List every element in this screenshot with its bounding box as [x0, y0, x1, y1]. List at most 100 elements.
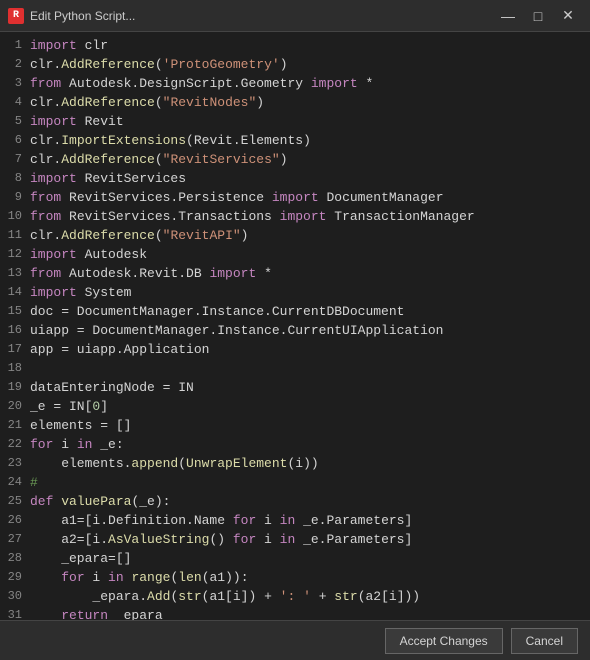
line-number: 16: [0, 321, 30, 340]
line-code: uiapp = DocumentManager.Instance.Current…: [30, 321, 443, 340]
line-code: clr.AddReference("RevitNodes"): [30, 93, 264, 112]
line-code: elements.append(UnwrapElement(i)): [30, 454, 319, 473]
line-code: #: [30, 473, 38, 492]
line-number: 23: [0, 454, 30, 473]
line-number: 5: [0, 112, 30, 131]
line-number: 19: [0, 378, 30, 397]
code-line: 6clr.ImportExtensions(Revit.Elements): [0, 131, 590, 150]
line-code: from RevitServices.Transactions import T…: [30, 207, 475, 226]
line-number: 31: [0, 606, 30, 620]
line-number: 1: [0, 36, 30, 55]
title-bar: R Edit Python Script... — □ ✕: [0, 0, 590, 32]
line-code: clr.ImportExtensions(Revit.Elements): [30, 131, 311, 150]
accept-changes-button[interactable]: Accept Changes: [385, 628, 503, 654]
line-number: 6: [0, 131, 30, 150]
code-line: 14import System: [0, 283, 590, 302]
line-code: _epara.Add(str(a1[i]) + ': ' + str(a2[i]…: [30, 587, 420, 606]
code-editor[interactable]: 1import clr2clr.AddReference('ProtoGeome…: [0, 32, 590, 620]
line-number: 14: [0, 283, 30, 302]
line-number: 9: [0, 188, 30, 207]
line-number: 10: [0, 207, 30, 226]
line-code: import clr: [30, 36, 108, 55]
window-title: Edit Python Script...: [30, 9, 135, 23]
line-number: 4: [0, 93, 30, 112]
code-line: 30 _epara.Add(str(a1[i]) + ': ' + str(a2…: [0, 587, 590, 606]
line-code: import RevitServices: [30, 169, 186, 188]
line-code: import Autodesk: [30, 245, 147, 264]
code-line: 20_e = IN[0]: [0, 397, 590, 416]
code-line: 22for i in _e:: [0, 435, 590, 454]
code-line: 16uiapp = DocumentManager.Instance.Curre…: [0, 321, 590, 340]
code-line: 17app = uiapp.Application: [0, 340, 590, 359]
line-number: 27: [0, 530, 30, 549]
code-line: 7clr.AddReference("RevitServices"): [0, 150, 590, 169]
line-code: app = uiapp.Application: [30, 340, 209, 359]
code-line: 27 a2=[i.AsValueString() for i in _e.Par…: [0, 530, 590, 549]
code-line: 1import clr: [0, 36, 590, 55]
line-number: 21: [0, 416, 30, 435]
line-code: import System: [30, 283, 131, 302]
line-number: 25: [0, 492, 30, 511]
line-number: 3: [0, 74, 30, 93]
close-button[interactable]: ✕: [554, 4, 582, 28]
code-line: 13from Autodesk.Revit.DB import *: [0, 264, 590, 283]
code-line: 31 return _epara: [0, 606, 590, 620]
minimize-button[interactable]: —: [494, 4, 522, 28]
line-code: _e = IN[0]: [30, 397, 108, 416]
code-line: 21elements = []: [0, 416, 590, 435]
code-line: 24#: [0, 473, 590, 492]
line-code: a1=[i.Definition.Name for i in _e.Parame…: [30, 511, 412, 530]
line-code: elements = []: [30, 416, 131, 435]
window-controls: — □ ✕: [494, 4, 582, 28]
code-line: 3from Autodesk.DesignScript.Geometry imp…: [0, 74, 590, 93]
line-code: for i in range(len(a1)):: [30, 568, 249, 587]
bottom-bar: Accept Changes Cancel: [0, 620, 590, 660]
line-number: 29: [0, 568, 30, 587]
line-number: 11: [0, 226, 30, 245]
line-number: 13: [0, 264, 30, 283]
code-line: 29 for i in range(len(a1)):: [0, 568, 590, 587]
line-code: clr.AddReference("RevitServices"): [30, 150, 288, 169]
line-number: 20: [0, 397, 30, 416]
line-code: clr.AddReference('ProtoGeometry'): [30, 55, 288, 74]
line-number: 8: [0, 169, 30, 188]
line-code: clr.AddReference("RevitAPI"): [30, 226, 248, 245]
code-line: 10from RevitServices.Transactions import…: [0, 207, 590, 226]
code-line: 18: [0, 359, 590, 378]
line-number: 26: [0, 511, 30, 530]
code-line: 25def valuePara(_e):: [0, 492, 590, 511]
code-line: 23 elements.append(UnwrapElement(i)): [0, 454, 590, 473]
line-number: 2: [0, 55, 30, 74]
line-number: 24: [0, 473, 30, 492]
code-line: 12import Autodesk: [0, 245, 590, 264]
line-code: from Autodesk.DesignScript.Geometry impo…: [30, 74, 373, 93]
line-number: 28: [0, 549, 30, 568]
cancel-button[interactable]: Cancel: [511, 628, 578, 654]
title-bar-left: R Edit Python Script...: [8, 8, 135, 24]
line-number: 18: [0, 359, 30, 378]
line-code: a2=[i.AsValueString() for i in _e.Parame…: [30, 530, 412, 549]
line-code: for i in _e:: [30, 435, 124, 454]
line-number: 17: [0, 340, 30, 359]
line-code: def valuePara(_e):: [30, 492, 170, 511]
code-line: 28 _epara=[]: [0, 549, 590, 568]
code-line: 9from RevitServices.Persistence import D…: [0, 188, 590, 207]
code-line: 26 a1=[i.Definition.Name for i in _e.Par…: [0, 511, 590, 530]
code-line: 4clr.AddReference("RevitNodes"): [0, 93, 590, 112]
line-number: 15: [0, 302, 30, 321]
line-code: doc = DocumentManager.Instance.CurrentDB…: [30, 302, 404, 321]
code-line: 8import RevitServices: [0, 169, 590, 188]
code-line: 2clr.AddReference('ProtoGeometry'): [0, 55, 590, 74]
line-number: 7: [0, 150, 30, 169]
line-number: 12: [0, 245, 30, 264]
line-number: 22: [0, 435, 30, 454]
line-code: from RevitServices.Persistence import Do…: [30, 188, 444, 207]
code-line: 15doc = DocumentManager.Instance.Current…: [0, 302, 590, 321]
maximize-button[interactable]: □: [524, 4, 552, 28]
code-line: 5import Revit: [0, 112, 590, 131]
code-line: 19dataEnteringNode = IN: [0, 378, 590, 397]
line-code: dataEnteringNode = IN: [30, 378, 194, 397]
line-code: _epara=[]: [30, 549, 131, 568]
line-code: from Autodesk.Revit.DB import *: [30, 264, 272, 283]
code-line: 11clr.AddReference("RevitAPI"): [0, 226, 590, 245]
